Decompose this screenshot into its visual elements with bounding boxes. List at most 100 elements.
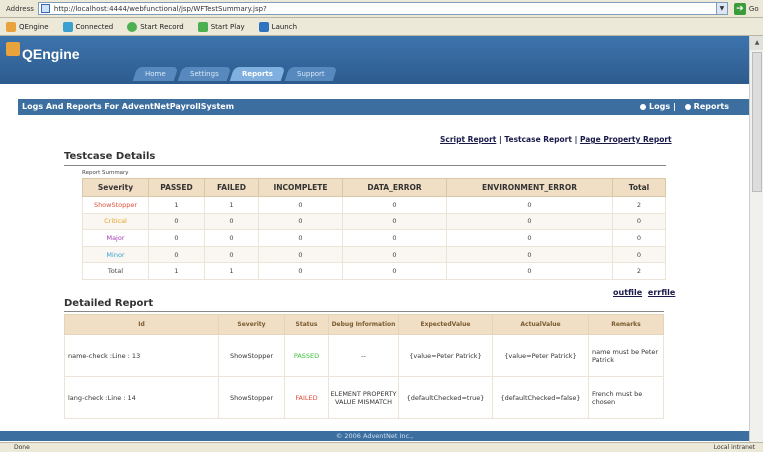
- page-icon: [40, 4, 50, 13]
- testcase-details-title: Testcase Details: [64, 151, 156, 162]
- outfile-link[interactable]: outfile: [613, 288, 642, 297]
- id-cell: lang-check :Line : 14: [64, 376, 219, 419]
- data-error-cell: 0: [342, 245, 447, 264]
- toolbar-start-record[interactable]: Start Record: [127, 21, 184, 32]
- expected-cell: {defaultChecked=true}: [398, 376, 493, 419]
- scroll-thumb[interactable]: [752, 52, 762, 192]
- remarks-cell: name must be Peter Patrick: [588, 334, 664, 377]
- data-error-cell: 0: [342, 229, 447, 247]
- testcase-report-link: Testcase Report: [504, 135, 572, 144]
- remarks-cell: French must be chosen: [588, 376, 664, 419]
- reports-bullet-icon: [684, 103, 691, 110]
- col-env-error: ENVIRONMENT_ERROR: [446, 178, 613, 197]
- logs-link[interactable]: Logs: [649, 102, 670, 111]
- panel-separator: |: [672, 102, 676, 111]
- page-footer: © 2006 AdventNet Inc.,: [0, 431, 749, 441]
- col-failed: FAILED: [204, 178, 259, 197]
- logs-bullet-icon: [640, 103, 647, 110]
- toolbar-start-play-label: Start Play: [210, 22, 245, 31]
- severity-cell: ShowStopper: [218, 376, 285, 419]
- env-error-cell: 0: [446, 262, 613, 280]
- col-passed: PASSED: [148, 178, 205, 197]
- env-error-cell: 0: [446, 196, 613, 214]
- incomplete-cell: 0: [258, 229, 343, 247]
- report-link-sep-1: |: [498, 135, 502, 144]
- col-incomplete: INCOMPLETE: [258, 178, 343, 197]
- tab-support[interactable]: Support: [285, 67, 338, 81]
- failed-cell: 1: [204, 196, 259, 214]
- launch-icon: [258, 21, 269, 32]
- id-cell: name-check :Line : 13: [64, 334, 219, 377]
- page-property-report-link[interactable]: Page Property Report: [580, 135, 672, 144]
- app-logo: QEngine: [22, 46, 80, 62]
- data-error-cell: 0: [342, 212, 447, 231]
- scroll-up-icon[interactable]: ▲: [750, 36, 763, 50]
- col-id: Id: [64, 314, 219, 335]
- go-button[interactable]: Go: [749, 5, 759, 13]
- severity-cell: ShowStopper: [218, 334, 285, 377]
- summary-table: Severity PASSED FAILED INCOMPLETE DATA_E…: [82, 178, 666, 280]
- toolbar-start-record-label: Start Record: [140, 22, 184, 31]
- col-severity: Severity: [218, 314, 285, 335]
- panel-header: Logs And Reports For AdventNetPayrollSys…: [18, 99, 749, 115]
- go-arrow-icon[interactable]: ➔: [733, 2, 746, 15]
- data-error-cell: 0: [342, 196, 447, 214]
- toolbar-launch[interactable]: Launch: [258, 21, 298, 32]
- tab-home[interactable]: Home: [132, 67, 178, 81]
- script-report-link[interactable]: Script Report: [440, 135, 496, 144]
- app-header: QEngine Home Settings Reports Support: [0, 36, 749, 84]
- url-input[interactable]: http://localhost:4444/webfunctional/jsp/…: [37, 2, 728, 15]
- browser-status-bar: Done Local intranet: [0, 442, 763, 452]
- env-error-cell: 0: [446, 245, 613, 264]
- severity-cell: Total: [82, 262, 149, 280]
- detailed-report-title: Detailed Report: [64, 298, 154, 309]
- total-cell: 0: [612, 212, 666, 231]
- incomplete-cell: 0: [258, 212, 343, 231]
- qengine-toolbar: QEngine Connected Start Record Start Pla…: [0, 18, 763, 36]
- passed-cell: 0: [148, 229, 205, 247]
- total-cell: 2: [612, 262, 666, 280]
- reports-link[interactable]: Reports: [694, 102, 729, 111]
- col-debug: Debug Information: [328, 314, 399, 335]
- total-cell: 2: [612, 196, 666, 214]
- report-type-links: Script Report | Testcase Report | Page P…: [440, 135, 672, 144]
- qengine-icon: [6, 21, 16, 32]
- col-actual: ActualValue: [492, 314, 589, 335]
- total-cell: 0: [612, 245, 666, 264]
- toolbar-launch-label: Launch: [271, 22, 298, 31]
- incomplete-cell: 0: [258, 196, 343, 214]
- table-row: ShowStopper 1 1 0 0 0 2: [82, 196, 666, 214]
- expected-cell: {value=Peter Patrick}: [398, 334, 493, 377]
- table-row: Critical 0 0 0 0 0 0: [82, 212, 666, 231]
- passed-cell: 1: [148, 196, 205, 214]
- status-text: Done: [14, 444, 30, 451]
- chevron-down-icon[interactable]: ▼: [715, 3, 727, 14]
- qengine-logo-icon: [6, 42, 20, 56]
- data-error-cell: 0: [342, 262, 447, 280]
- table-row: Minor 0 0 0 0 0 0: [82, 245, 666, 264]
- tab-reports[interactable]: Reports: [230, 67, 286, 81]
- main-tabs: Home Settings Reports Support: [132, 67, 339, 81]
- toolbar-qengine[interactable]: QEngine: [6, 21, 49, 32]
- col-data-error: DATA_ERROR: [342, 178, 447, 197]
- incomplete-cell: 0: [258, 245, 343, 264]
- col-expected: ExpectedValue: [398, 314, 493, 335]
- severity-cell: Major: [82, 229, 149, 247]
- report-link-sep-2: |: [574, 135, 578, 144]
- record-icon: [127, 21, 138, 32]
- vertical-scrollbar[interactable]: ▲: [749, 36, 763, 442]
- debug-cell: ELEMENT PROPERTY VALUE MISMATCH: [328, 376, 399, 419]
- errfile-link[interactable]: errfile: [648, 288, 675, 297]
- status-cell: FAILED: [284, 376, 329, 419]
- col-remarks: Remarks: [588, 314, 664, 335]
- toolbar-connected[interactable]: Connected: [62, 21, 113, 32]
- report-summary-label: Report Summary: [82, 170, 129, 176]
- tab-settings[interactable]: Settings: [177, 67, 231, 81]
- actual-cell: {defaultChecked=false}: [492, 376, 589, 419]
- detailed-report-rule: [64, 311, 664, 312]
- toolbar-qengine-label: QEngine: [19, 22, 49, 31]
- col-severity: Severity: [82, 178, 149, 197]
- toolbar-start-play[interactable]: Start Play: [197, 21, 245, 32]
- failed-cell: 1: [204, 262, 259, 280]
- zone-text: Local intranet: [713, 444, 755, 451]
